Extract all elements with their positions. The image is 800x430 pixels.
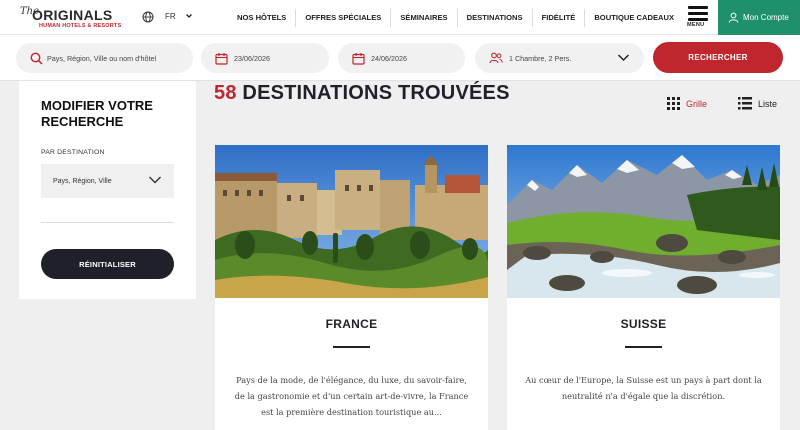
account-button[interactable]: Mon Compte [718,0,800,35]
globe-icon[interactable] [142,11,154,23]
destination-filter-select[interactable]: Pays, Région, Ville [41,164,174,198]
card-description: Pays de la mode, de l'élégance, du luxe,… [234,375,469,417]
checkout-date-field[interactable]: 24/06/2026 [338,43,465,73]
guests-selector[interactable]: 1 Chambre, 2 Pers. [475,43,644,73]
sidebar-divider [41,222,174,223]
calendar-icon [352,52,365,65]
search-bar: Pays, Région, Ville ou nom d'hôtel 23/06… [0,35,800,81]
checkin-value: 23/06/2026 [234,53,270,63]
nav-item-offers[interactable]: OFFRES SPÉCIALES [296,8,392,27]
logo-name: ORIGINALS [32,7,113,23]
logo-tagline: HUMAN HOTELS & RESORTS [39,23,122,29]
destination-card[interactable]: SUISSE Au cœur de l'Europe, la Suisse es… [507,145,780,430]
destination-card[interactable]: FRANCE Pays de la mode, de l'élégance, d… [215,145,488,430]
search-icon [30,52,43,65]
users-icon [489,52,503,64]
destination-placeholder: Pays, Région, Ville ou nom d'hôtel [47,53,157,63]
view-list-label: Liste [758,98,778,109]
view-list-toggle[interactable]: Liste [738,97,777,110]
filter-sidebar: MODIFIER VOTRE RECHERCHE PAR DESTINATION… [19,81,196,299]
sidebar-title: MODIFIER VOTRE RECHERCHE [41,98,153,129]
guests-value: 1 Chambre, 2 Pers. [509,53,572,63]
nav-item-gift-shop[interactable]: BOUTIQUE CADEAUX [585,9,683,27]
card-title[interactable]: FRANCE [215,317,488,331]
destination-search-input[interactable]: Pays, Région, Ville ou nom d'hôtel [16,43,193,73]
checkout-value: 24/06/2026 [371,53,407,63]
checkin-date-field[interactable]: 23/06/2026 [201,43,329,73]
results-count: 58 [214,82,237,104]
menu-label: MENU [687,22,705,28]
reset-button[interactable]: RÉINITIALISER [41,249,174,279]
search-submit-button[interactable]: RECHERCHER [653,42,783,73]
nav-item-hotels[interactable]: NOS HÔTELS [228,8,297,27]
card-title-underline [333,346,370,348]
account-label: Mon Compte [743,13,789,22]
results-title-text: DESTINATIONS TROUVÉES [242,82,510,104]
view-grid-label: Grille [686,98,708,109]
hamburger-icon-bar-2 [688,12,708,15]
brand-logo[interactable]: The ORIGINALS HUMAN HOTELS & RESORTS [20,6,122,30]
destination-filter-value: Pays, Région, Ville [53,177,112,185]
language-selector[interactable]: FR [165,12,176,21]
card-description: Au cœur de l'Europe, la Suisse est un pa… [525,375,762,401]
top-navigation-bar: The ORIGINALS HUMAN HOTELS & RESORTS FR … [0,0,800,35]
main-nav: NOS HÔTELS OFFRES SPÉCIALES SÉMINAIRES D… [228,0,683,35]
grid-icon [667,97,680,110]
village-landscape-image[interactable] [215,145,488,298]
chevron-down-icon[interactable] [185,12,193,20]
view-grid-toggle[interactable]: Grille [667,97,707,110]
calendar-icon [215,52,228,65]
nav-item-loyalty[interactable]: FIDÉLITÉ [533,8,586,27]
user-icon [728,12,739,23]
hamburger-icon-bar-1 [688,6,708,9]
card-title[interactable]: SUISSE [507,317,780,331]
nav-item-destinations[interactable]: DESTINATIONS [458,8,533,27]
alpine-landscape-image[interactable] [507,145,780,298]
nav-item-seminars[interactable]: SÉMINAIRES [391,8,458,27]
menu-button[interactable]: MENU [686,5,710,31]
filter-label: PAR DESTINATION [41,149,105,156]
list-icon [738,97,752,110]
chevron-down-icon [149,176,161,184]
chevron-down-icon [617,54,630,62]
results-title: 58 DESTINATIONS TROUVÉES [214,81,510,105]
card-title-underline [625,346,662,348]
hamburger-icon-bar-3 [688,18,708,21]
